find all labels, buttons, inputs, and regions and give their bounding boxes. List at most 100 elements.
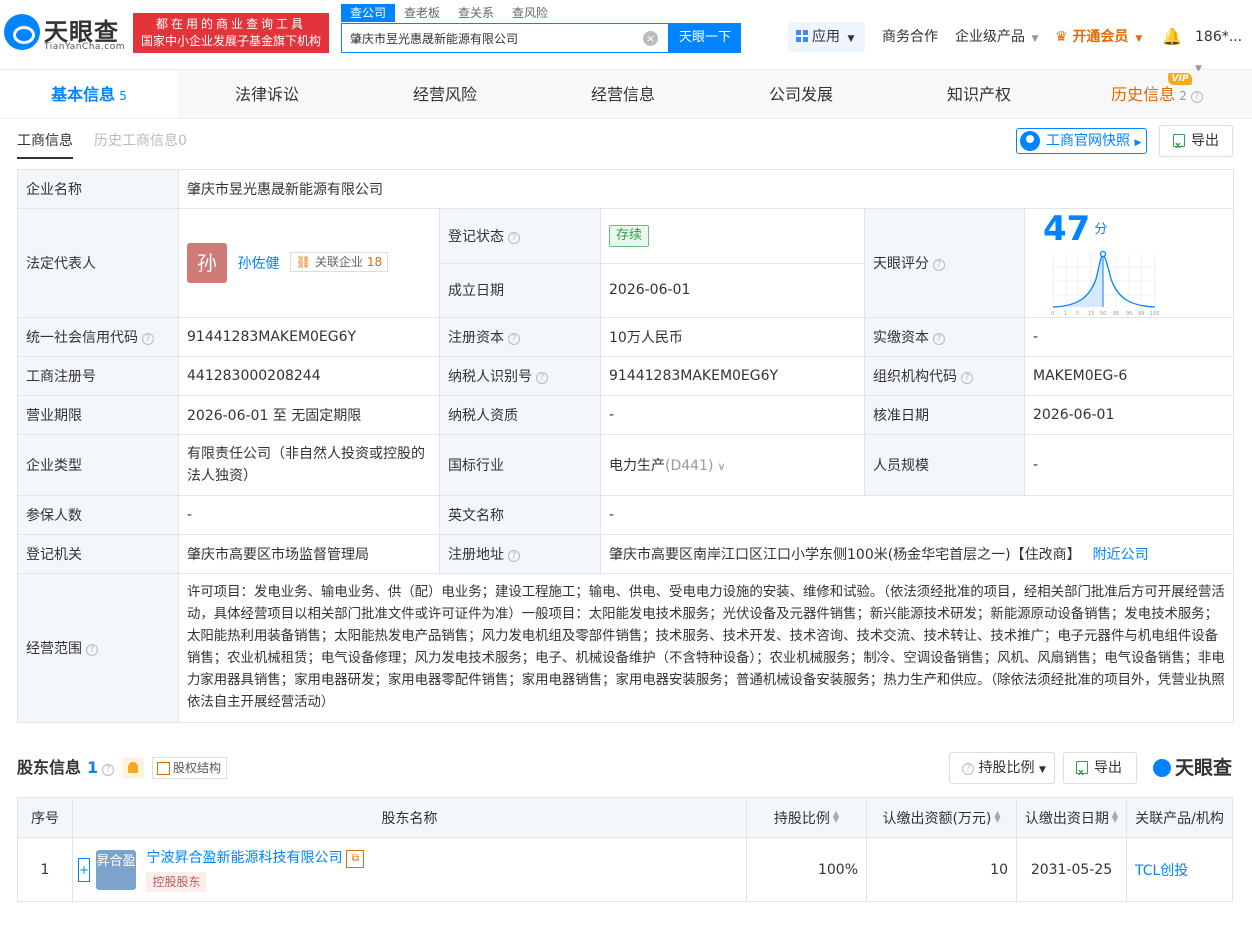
related-product-link[interactable]: TCL创投 — [1135, 863, 1188, 879]
clear-icon[interactable]: × — [643, 31, 658, 46]
site-logo[interactable]: 天眼查 TianYanCha.com — [4, 10, 128, 58]
tab-count: 5 — [119, 89, 127, 103]
shareholder-export-button[interactable]: 导出 — [1063, 752, 1137, 788]
tab-count: 2 — [1179, 89, 1187, 103]
help-icon[interactable]: ? — [142, 333, 154, 345]
tab-operational-risk[interactable]: 经营风险 — [356, 71, 534, 118]
help-icon[interactable]: ? — [933, 333, 945, 345]
label-score: 天眼评分? — [864, 208, 1025, 318]
official-snapshot-label: 工商官网快照 — [1046, 133, 1130, 149]
approve-date: 2026-06-01 — [1024, 395, 1234, 435]
help-icon[interactable]: ? — [961, 372, 973, 384]
ratio-sort-button[interactable]: ? 持股比例 ▼ — [949, 752, 1055, 784]
help-icon[interactable]: ? — [508, 333, 520, 345]
export-button[interactable]: 导出 — [1159, 125, 1233, 161]
tab-label: 知识产权 — [946, 85, 1011, 104]
tab-business-info[interactable]: 经营信息 — [534, 71, 712, 118]
paid-capital: - — [1024, 317, 1234, 357]
help-icon[interactable]: ? — [508, 231, 520, 244]
subscribed-amount: 10 — [866, 837, 1017, 902]
help-icon[interactable]: ? — [102, 764, 115, 776]
reg-authority: 肇庆市高要区市场监督管理局 — [178, 534, 440, 574]
avatar[interactable]: 孙 — [187, 243, 227, 283]
label-approve-date: 核准日期 — [864, 395, 1025, 435]
search-button[interactable]: 天眼一下 — [669, 23, 741, 53]
label-company-name: 企业名称 — [17, 169, 179, 209]
nav-open-vip[interactable]: ♛ 开通会员 ▼ — [1055, 22, 1142, 54]
col-header-date[interactable]: 认缴出资日期 ▲ ▼ — [1016, 797, 1127, 838]
help-icon[interactable]: ? — [933, 259, 945, 271]
english-name: - — [600, 495, 1234, 535]
help-icon[interactable]: ? — [86, 644, 98, 656]
nearby-companies-link[interactable]: 附近公司 — [1093, 547, 1149, 563]
chevron-down-icon: ∨ — [717, 460, 726, 473]
help-icon[interactable]: ? — [536, 372, 548, 384]
header-label: 认缴出资额(万元) — [882, 810, 992, 827]
label-insured: 参保人数 — [17, 495, 179, 535]
tab-litigation[interactable]: 法律诉讼 — [178, 71, 356, 118]
company-logo[interactable]: 昇合盈 — [96, 849, 136, 890]
search-tab-boss[interactable]: 查老板 — [395, 4, 449, 22]
related-label: 关联企业 — [314, 255, 363, 269]
tab-label: 基本信息 — [51, 85, 116, 104]
tab-history-info[interactable]: 历史信息 2? — [1068, 71, 1246, 118]
subtab-business-registration[interactable]: 工商信息 — [17, 130, 73, 159]
tab-intellectual-property[interactable]: 知识产权 — [890, 71, 1068, 118]
bell-icon[interactable]: 🔔 — [1162, 22, 1182, 52]
tab-label: 经营风险 — [412, 85, 477, 104]
chart-tick: 5 — [1076, 311, 1079, 317]
score-distribution-chart: 0 1 5 15 50 85 95 99 100 — [1051, 250, 1160, 317]
tab-label: 公司发展 — [768, 85, 833, 104]
search-tab-relation[interactable]: 查关系 — [449, 4, 503, 22]
nav-business-cooperation[interactable]: 商务合作 — [882, 22, 938, 52]
legal-rep-link[interactable]: 孙佐健 — [237, 256, 279, 272]
holding-ratio: 100% — [746, 837, 867, 902]
col-header-amount[interactable]: 认缴出资额(万元) ▲ ▼ — [866, 797, 1017, 838]
controlling-shareholder-tag: 控股股东 — [146, 872, 207, 892]
label-text: 登记状态 — [448, 228, 504, 245]
score-unit: 分 — [1094, 222, 1108, 237]
reg-no: 441283000208244 — [178, 356, 440, 396]
score-cell[interactable]: 47 分 0 1 5 15 50 85 95 99 100 — [1024, 208, 1234, 318]
search-box: × — [341, 23, 669, 53]
excel-icon — [1173, 131, 1185, 161]
search-input[interactable] — [342, 24, 632, 52]
export-label: 导出 — [1191, 133, 1219, 149]
label-text: 注册地址 — [448, 547, 504, 563]
slogan-line-2: 国家中小企业发展子基金旗下机构 — [140, 34, 321, 48]
expand-icon[interactable]: + — [78, 857, 90, 882]
chart-tick: 50 — [1100, 311, 1106, 317]
label-english-name: 英文名称 — [439, 495, 601, 535]
caret-right-icon: ▶ — [1134, 138, 1142, 148]
help-icon[interactable]: ? — [508, 550, 520, 562]
taxpayer-qual: - — [600, 395, 865, 435]
equity-structure-button[interactable]: 股权结构 — [152, 757, 228, 779]
app-menu-button[interactable]: 应用 ▼ — [788, 22, 865, 52]
nav-enterprise-products[interactable]: 企业级产品 ▼ — [955, 22, 1038, 54]
shareholder-name-link[interactable]: 宁波昇合盈新能源科技有限公司 — [146, 850, 342, 866]
shareholder-table: 序号 股东名称 持股比例 ▲ ▼ 认缴出资额(万元) ▲ ▼ 认缴出资日期 ▲ ▼ 关联产品… — [17, 797, 1233, 902]
shareholder-section-title: 股东信息 1? — [17, 757, 115, 779]
app-label: 应用 — [812, 29, 840, 45]
label-term: 营业期限 — [17, 395, 179, 435]
official-snapshot-button[interactable]: 工商官网快照 ▶ — [1016, 128, 1147, 154]
tab-label: 经营信息 — [590, 85, 655, 104]
related-companies-tag[interactable]: ⛓ 关联企业 18 — [289, 252, 389, 272]
col-header-ratio[interactable]: 持股比例 ▲ ▼ — [746, 797, 867, 838]
tyc-brand-logo: 天眼查 — [1153, 756, 1232, 780]
industry-cell[interactable]: 电力生产(D441) ∨ — [600, 434, 865, 496]
subtab-history-registration[interactable]: 历史工商信息0 — [94, 130, 187, 152]
slogan-banner[interactable]: 都在用的商业查询工具 国家中小企业发展子基金旗下机构 — [133, 13, 329, 53]
chart-tick: 15 — [1088, 311, 1094, 317]
tab-basic-info[interactable]: 基本信息 5 — [0, 71, 178, 118]
equity-icon[interactable]: ⧉ — [346, 850, 365, 868]
legal-rep-cell: 孙 孙佐健 ⛓ 关联企业 18 — [178, 208, 440, 318]
label-address: 注册地址? — [439, 534, 601, 574]
search-tab-risk[interactable]: 查风险 — [503, 4, 557, 22]
top-header: 天眼查 TianYanCha.com 都在用的商业查询工具 国家中小企业发展子基… — [0, 0, 1252, 74]
label-reg-no: 工商注册号 — [17, 356, 179, 396]
tab-company-development[interactable]: 公司发展 — [712, 71, 890, 118]
label-paid-capital: 实缴资本? — [864, 317, 1025, 357]
search-tab-company[interactable]: 查公司 — [341, 4, 396, 22]
monitor-bell-icon[interactable] — [122, 757, 144, 779]
